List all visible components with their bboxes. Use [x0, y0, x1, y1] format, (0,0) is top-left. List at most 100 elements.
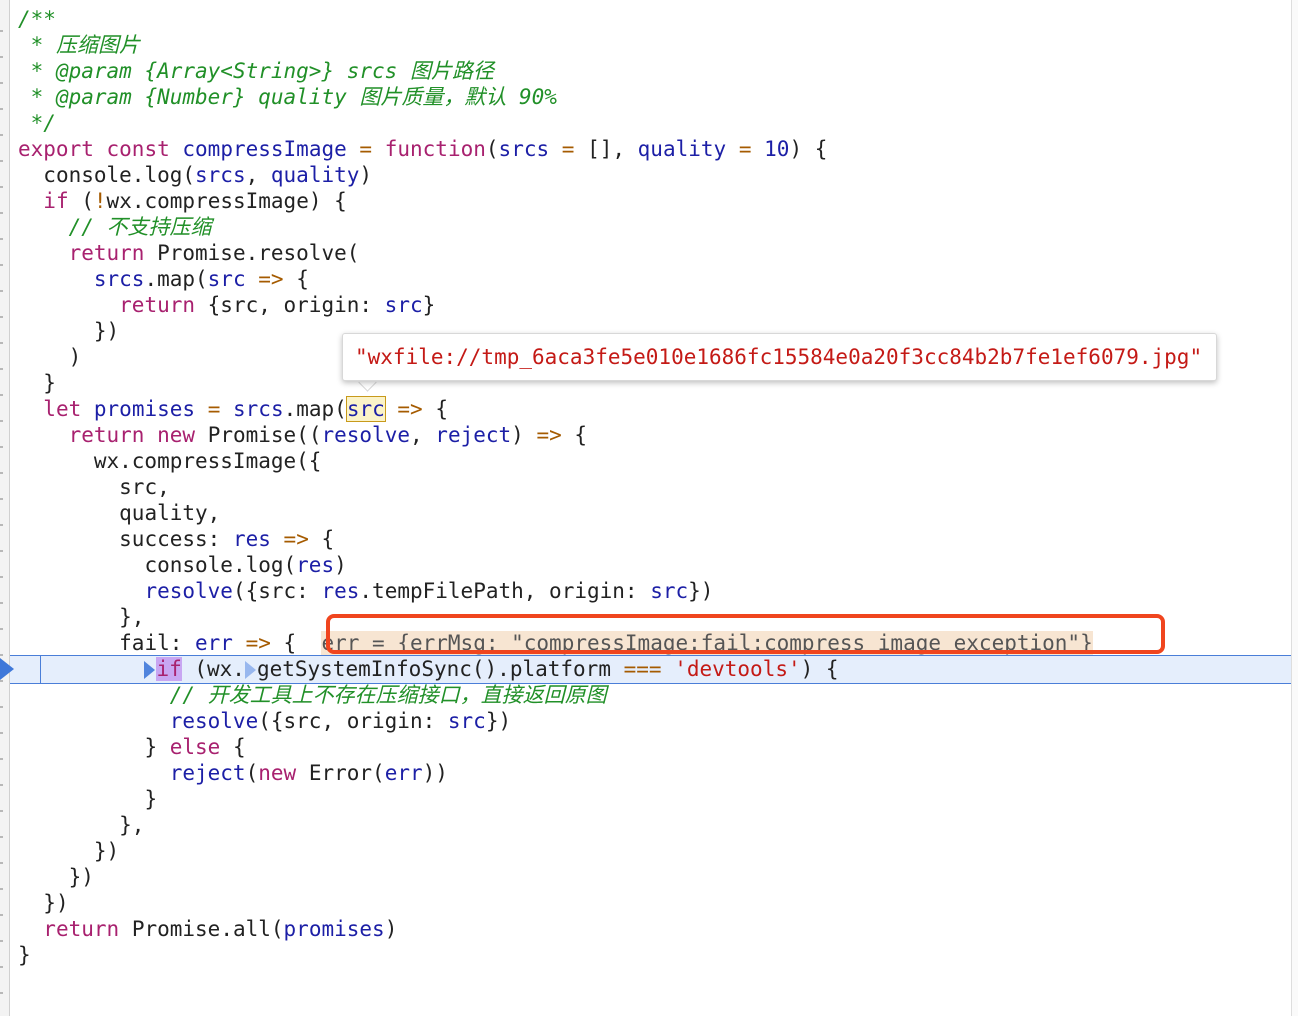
code-token: quality — [270, 163, 360, 187]
code-line: }) — [18, 890, 1093, 916]
code-token: }) — [93, 839, 120, 863]
code-line: // 不支持压缩 — [18, 214, 1093, 240]
code-token: ) — [334, 553, 347, 577]
code-token: promises — [93, 397, 196, 421]
code-token: export — [18, 137, 94, 161]
code-token: { — [422, 397, 448, 421]
code-line: console.log(res) — [18, 552, 1093, 578]
gutter-tick — [0, 212, 3, 214]
gutter-tick — [0, 862, 3, 864]
code-token: * 压缩图片 — [30, 33, 140, 57]
code-line: let promises = srcs.map(src => { — [18, 396, 1093, 422]
code-token: src — [207, 267, 246, 291]
code-token: { — [561, 423, 588, 447]
code-line: success: res => { — [18, 526, 1093, 552]
gutter-tick — [0, 914, 3, 916]
code-token: } — [144, 787, 158, 811]
code-token: .map( — [144, 267, 208, 291]
code-token: ) — [511, 423, 537, 447]
gutter-tick — [0, 628, 3, 630]
source-code-editor[interactable]: /** * 压缩图片 * @param {Array<String>} srcs… — [0, 0, 1298, 1016]
code-token: = — [738, 137, 752, 161]
code-token: resolve — [321, 423, 410, 447]
code-token: wx.compressImage) { — [106, 189, 347, 213]
code-line: } — [18, 942, 1093, 968]
code-token: ) — [359, 163, 373, 187]
code-line: }) — [18, 864, 1093, 890]
code-token: = — [561, 137, 575, 161]
gutter-tick — [0, 290, 3, 292]
code-line: } — [18, 786, 1093, 812]
code-line: export const compressImage = function(sr… — [18, 136, 1093, 162]
code-token: reject — [435, 423, 512, 447]
code-line: /** — [18, 6, 1093, 32]
code-token: ) { — [800, 657, 839, 681]
code-token: }) — [43, 891, 69, 915]
gutter-tick — [0, 342, 3, 344]
code-token: ( — [485, 137, 499, 161]
code-token: let — [43, 397, 82, 421]
code-line: }) — [18, 838, 1093, 864]
code-token: srcs — [498, 137, 550, 161]
code-line: srcs.map(src => { — [18, 266, 1093, 292]
code-token: if — [156, 657, 182, 681]
code-token: new — [258, 761, 297, 785]
gutter-tick — [0, 680, 3, 682]
gutter-tick — [0, 108, 3, 110]
code-token: } — [144, 735, 170, 759]
code-token: }) — [93, 319, 120, 343]
code-token: */ — [30, 111, 56, 135]
gutter-tick — [0, 654, 3, 656]
code-token: * @param {Array<String>} srcs 图片路径 — [30, 59, 494, 83]
code-token: => — [397, 397, 423, 421]
breakpoint-arrow-icon[interactable] — [0, 658, 14, 680]
gutter-tick — [0, 758, 3, 760]
code-token: Promise.all( — [131, 917, 284, 941]
line-gutter[interactable] — [0, 0, 10, 1016]
code-token: === — [623, 657, 662, 681]
code-token: ! — [93, 189, 107, 213]
gutter-tick — [0, 550, 3, 552]
code-token: [], — [574, 137, 638, 161]
code-token: res — [321, 579, 360, 603]
code-token: return — [68, 423, 145, 447]
code-token: src — [384, 293, 423, 317]
code-token: { — [270, 631, 322, 655]
code-token: return — [43, 917, 120, 941]
gutter-tick — [0, 836, 3, 838]
code-token: /** — [18, 7, 56, 31]
hovered-src-token[interactable]: src — [345, 396, 386, 422]
gutter-tick — [0, 238, 3, 240]
gutter-tick — [0, 264, 3, 266]
